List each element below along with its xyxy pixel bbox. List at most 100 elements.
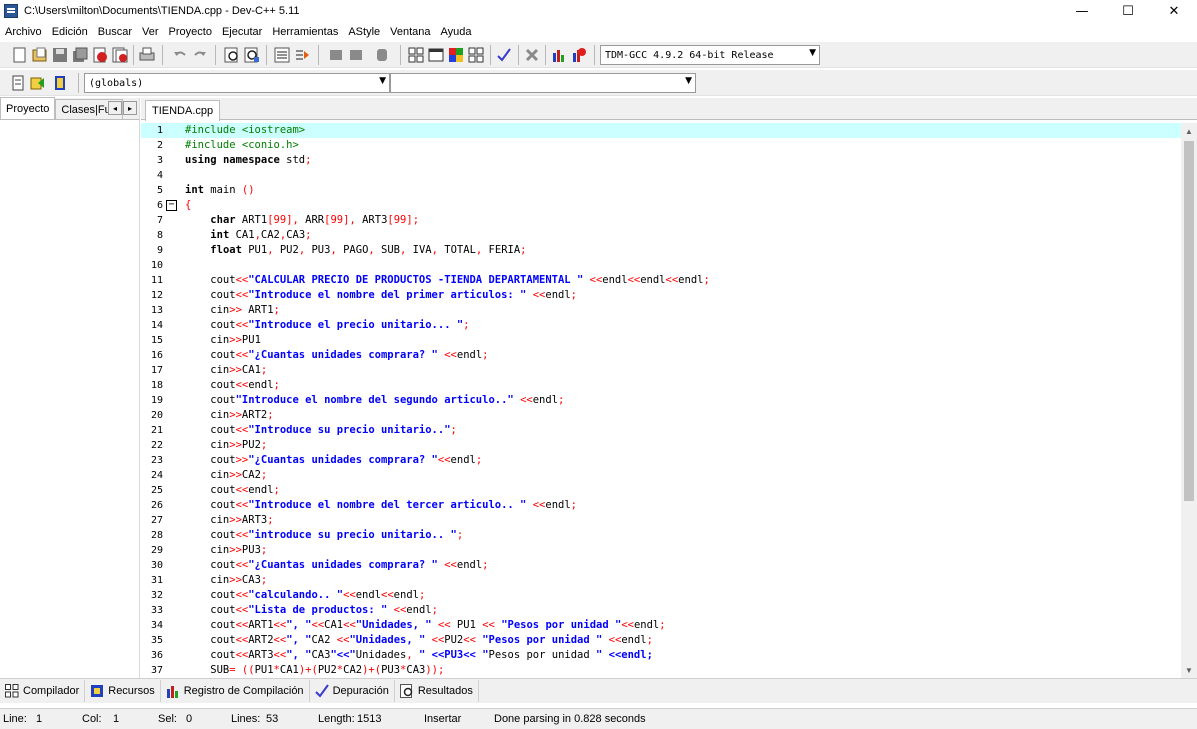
window-title: C:\Users\milton\Documents\TIENDA.cpp - D… xyxy=(24,5,300,17)
tab-compilador[interactable]: Compilador xyxy=(0,680,86,702)
code-line[interactable]: 24 cin>>CA2; xyxy=(141,468,1181,483)
scroll-down-icon[interactable]: ▼ xyxy=(1181,662,1197,678)
code-line[interactable]: 32 cout<<"calculando.. "<<endl<<endl; xyxy=(141,588,1181,603)
menu-edicion[interactable]: Edición xyxy=(47,26,93,38)
minimize-button[interactable]: — xyxy=(1059,0,1105,22)
code-line[interactable]: 5 int main () xyxy=(141,183,1181,198)
code-line[interactable]: 20 cin>>ART2; xyxy=(141,408,1181,423)
code-line[interactable]: 25 cout<<endl; xyxy=(141,483,1181,498)
code-line[interactable]: 10 xyxy=(141,258,1181,273)
code-line[interactable]: 31 cin>>CA3; xyxy=(141,573,1181,588)
code-line[interactable]: 8 int CA1,CA2,CA3; xyxy=(141,228,1181,243)
menu-ventana[interactable]: Ventana xyxy=(385,26,435,38)
line-number: 23 xyxy=(150,455,163,466)
menu-ver[interactable]: Ver xyxy=(137,26,164,38)
bookmark-icon[interactable] xyxy=(292,45,312,65)
code-line[interactable]: 28 cout<<"introduce su precio unitario..… xyxy=(141,528,1181,543)
tab-registro[interactable]: Registro de Compilación xyxy=(161,680,310,702)
code-line[interactable]: 6−{ xyxy=(141,198,1181,213)
code-line[interactable]: 1 #include <iostream> xyxy=(141,123,1181,138)
editor-tab-tienda[interactable]: TIENDA.cpp xyxy=(145,100,221,121)
toggle-comment-icon[interactable] xyxy=(372,45,392,65)
scroll-up-icon[interactable]: ▲ xyxy=(1181,123,1197,139)
code-line[interactable]: 9 float PU1, PU2, PU3, PAGO, SUB, IVA, T… xyxy=(141,243,1181,258)
code-line[interactable]: 27 cin>>ART3; xyxy=(141,513,1181,528)
code-line[interactable]: 2 #include <conio.h> xyxy=(141,138,1181,153)
tab-resultados[interactable]: Resultados xyxy=(395,680,479,702)
code-line[interactable]: 15 cin>>PU1 xyxy=(141,333,1181,348)
code-line[interactable]: 34 cout<<ART1<<", "<<CA1<<"Unidades, " <… xyxy=(141,618,1181,633)
replace-icon[interactable] xyxy=(242,45,262,65)
menu-buscar[interactable]: Buscar xyxy=(93,26,137,38)
scope-select[interactable]: (globals) ▼ xyxy=(84,73,390,93)
find-icon[interactable] xyxy=(222,45,242,65)
code-editor[interactable]: 1 #include <iostream> 2 #include <conio.h> 3… xyxy=(141,123,1181,678)
toggle-breakpoint-icon[interactable] xyxy=(28,73,48,93)
undo-icon[interactable] xyxy=(170,45,190,65)
tab-scroll-right-icon[interactable]: ▸ xyxy=(123,101,137,115)
code-line[interactable]: 30 cout<<"¿Cuantas unidades comprara? " … xyxy=(141,558,1181,573)
compile-icon[interactable] xyxy=(406,45,426,65)
indent-icon[interactable] xyxy=(326,45,346,65)
open-file-icon[interactable] xyxy=(30,45,50,65)
menu-astyle[interactable]: AStyle xyxy=(343,26,385,38)
code-line[interactable]: 3 using namespace std; xyxy=(141,153,1181,168)
tab-recursos[interactable]: Recursos xyxy=(85,680,161,702)
code-text: cin>> ART1; xyxy=(185,304,280,316)
code-line[interactable]: 4 xyxy=(141,168,1181,183)
close-button[interactable]: ✕ xyxy=(1151,0,1197,22)
code-line[interactable]: 14 cout<<"Introduce el precio unitario..… xyxy=(141,318,1181,333)
function-select[interactable]: ▼ xyxy=(390,73,696,93)
code-line[interactable]: 18 cout<<endl; xyxy=(141,378,1181,393)
code-line[interactable]: 19 cout"Introduce el nombre del segundo … xyxy=(141,393,1181,408)
code-line[interactable]: 12 cout<<"Introduce el nombre del primer… xyxy=(141,288,1181,303)
redo-icon[interactable] xyxy=(190,45,210,65)
compile-log-chart-icon xyxy=(166,684,180,698)
delete-profile-icon[interactable] xyxy=(569,45,589,65)
class-browser-icon[interactable] xyxy=(50,73,70,93)
debug-check-icon[interactable] xyxy=(494,45,514,65)
fold-toggle-icon[interactable]: − xyxy=(166,200,177,211)
code-line[interactable]: 36 cout<<ART3<<", "CA3"<<"Unidades, " <<… xyxy=(141,648,1181,663)
code-line[interactable]: 17 cin>>CA1; xyxy=(141,363,1181,378)
profile-chart-icon[interactable] xyxy=(549,45,569,65)
menu-ayuda[interactable]: Ayuda xyxy=(436,26,477,38)
scope-select-value: (globals) xyxy=(89,77,144,89)
code-line[interactable]: 21 cout<<"Introduce su precio unitario..… xyxy=(141,423,1181,438)
code-line[interactable]: 22 cin>>PU2; xyxy=(141,438,1181,453)
tab-depuracion[interactable]: Depuración xyxy=(310,680,395,702)
vertical-scrollbar[interactable]: ▲ ▼ xyxy=(1181,123,1197,678)
maximize-button[interactable]: ☐ xyxy=(1105,0,1151,22)
stop-execution-icon[interactable] xyxy=(522,45,542,65)
code-line[interactable]: 7 char ART1[99], ARR[99], ART3[99]; xyxy=(141,213,1181,228)
tab-proyecto[interactable]: Proyecto xyxy=(0,97,56,119)
code-line[interactable]: 26 cout<<"Introduce el nombre del tercer… xyxy=(141,498,1181,513)
code-line[interactable]: 13 cin>> ART1; xyxy=(141,303,1181,318)
menu-ejecutar[interactable]: Ejecutar xyxy=(217,26,267,38)
menu-herramientas[interactable]: Herramientas xyxy=(267,26,343,38)
rebuild-all-icon[interactable] xyxy=(466,45,486,65)
code-line[interactable]: 29 cin>>PU3; xyxy=(141,543,1181,558)
save-all-icon[interactable] xyxy=(70,45,90,65)
code-line[interactable]: 11 cout<<"CALCULAR PRECIO DE PRODUCTOS -… xyxy=(141,273,1181,288)
compile-run-icon[interactable] xyxy=(446,45,466,65)
menu-archivo[interactable]: Archivo xyxy=(0,26,47,38)
print-icon[interactable] xyxy=(137,45,157,65)
save-icon[interactable] xyxy=(50,45,70,65)
menu-proyecto[interactable]: Proyecto xyxy=(164,26,217,38)
tab-scroll-left-icon[interactable]: ◂ xyxy=(108,101,122,115)
close-file-icon[interactable] xyxy=(90,45,110,65)
scroll-thumb[interactable] xyxy=(1184,141,1194,501)
code-line[interactable]: 35 cout<<ART2<<", "CA2 <<"Unidades, " <<… xyxy=(141,633,1181,648)
code-line[interactable]: 33 cout<<"Lista de productos: " <<endl; xyxy=(141,603,1181,618)
goto-line-icon[interactable] xyxy=(272,45,292,65)
code-line[interactable]: 37 SUB= ((PU1*CA1)+(PU2*CA2)+(PU3*CA3)); xyxy=(141,663,1181,678)
new-file-icon[interactable] xyxy=(10,45,30,65)
code-line[interactable]: 23 cout>>"¿Cuantas unidades comprara? "<… xyxy=(141,453,1181,468)
unindent-icon[interactable] xyxy=(346,45,366,65)
close-all-icon[interactable] xyxy=(110,45,130,65)
code-line[interactable]: 16 cout<<"¿Cuantas unidades comprara? " … xyxy=(141,348,1181,363)
compiler-select[interactable]: TDM-GCC 4.9.2 64-bit Release ▼ xyxy=(600,45,820,65)
insert-code-icon[interactable] xyxy=(8,73,28,93)
run-icon[interactable] xyxy=(426,45,446,65)
